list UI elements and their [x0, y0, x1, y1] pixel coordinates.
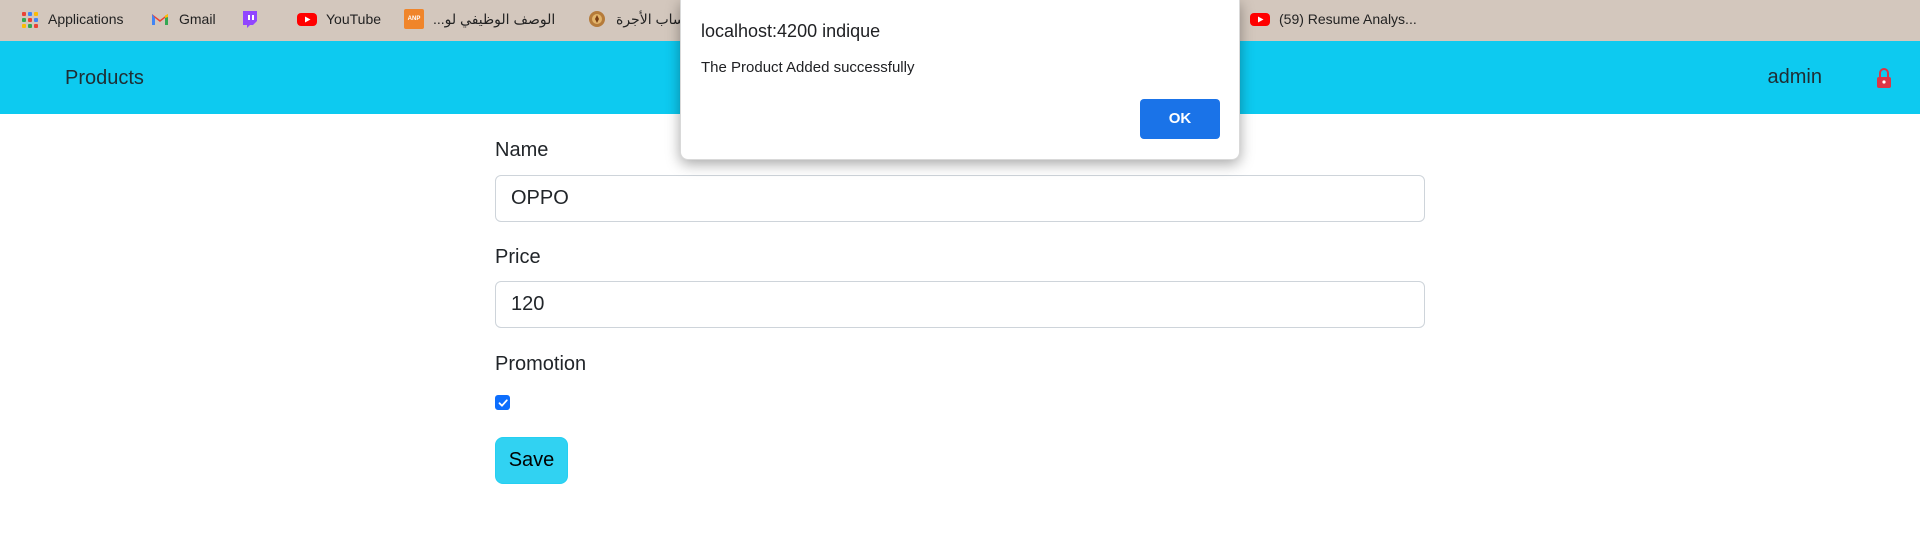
price-input[interactable] — [495, 281, 1425, 328]
checkmark-icon — [498, 399, 508, 407]
bookmark-label: Applications — [48, 11, 124, 27]
seal-icon — [587, 9, 607, 29]
alert-dialog: localhost:4200 indique The Product Added… — [680, 0, 1240, 160]
bookmark-label: YouTube — [326, 11, 382, 27]
orange-site-icon: ANP — [404, 9, 424, 29]
navbar-brand-products[interactable]: Products — [65, 67, 144, 90]
twitch-icon — [239, 9, 259, 29]
bookmark-label: (59) Resume Analys... — [1279, 11, 1417, 27]
price-label: Price — [495, 246, 541, 268]
navbar-username[interactable]: admin — [1768, 66, 1822, 89]
bookmark-applications[interactable]: Applications — [19, 9, 124, 29]
lock-icon[interactable] — [1876, 67, 1892, 89]
promotion-label: Promotion — [495, 353, 587, 375]
bookmark-label: الوصف الوظيفي لو... — [433, 10, 556, 27]
youtube-icon — [1250, 9, 1270, 29]
bookmark-resume-analysis[interactable]: (59) Resume Analys... — [1250, 9, 1417, 29]
apps-grid-icon — [19, 9, 39, 29]
name-input[interactable] — [495, 175, 1425, 222]
bookmark-gmail[interactable]: Gmail — [150, 9, 216, 29]
dialog-ok-button[interactable]: OK — [1140, 99, 1220, 139]
youtube-icon — [297, 9, 317, 29]
dialog-title: localhost:4200 indique — [701, 21, 881, 41]
bookmark-job-description[interactable]: ANP الوصف الوظيفي لو... — [404, 9, 555, 29]
bookmark-seal-site[interactable]: ساب الأجرة — [587, 9, 685, 29]
gmail-icon — [150, 9, 170, 29]
bookmark-youtube[interactable]: YouTube — [297, 9, 381, 29]
save-button[interactable]: Save — [495, 437, 568, 484]
bookmark-label: ساب الأجرة — [616, 10, 685, 27]
dialog-message: The Product Added successfully — [701, 59, 915, 76]
name-label: Name — [495, 139, 549, 161]
promotion-checkbox[interactable] — [495, 395, 510, 410]
bookmark-label: Gmail — [179, 11, 216, 27]
bookmark-twitch[interactable] — [239, 9, 268, 29]
